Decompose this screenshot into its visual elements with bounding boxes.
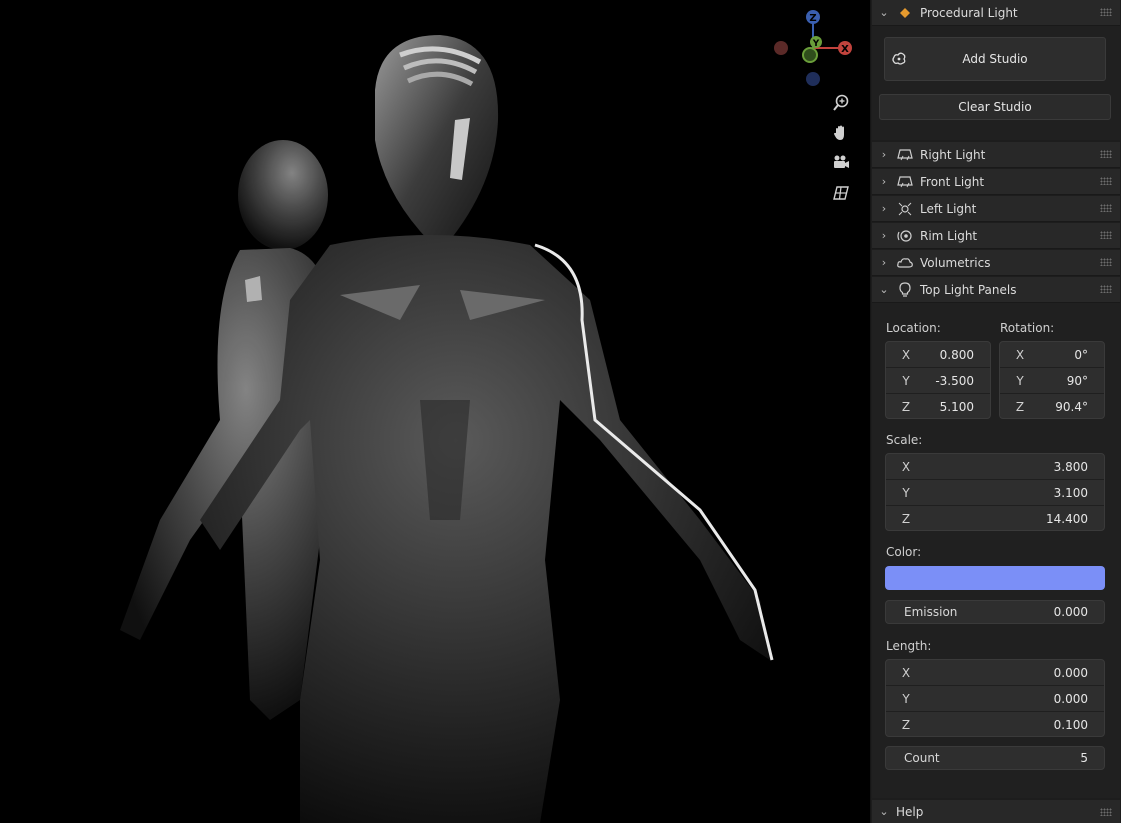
chevron-right-icon: ›	[881, 229, 887, 242]
gizmo-y-label: Y	[812, 39, 820, 49]
length-z-field[interactable]: Z 0.100	[886, 712, 1104, 736]
location-x-field[interactable]: X 0.800	[886, 342, 990, 368]
chevron-right-icon: ›	[881, 256, 887, 269]
emission-value: 0.000	[1053, 605, 1088, 619]
chevron-right-icon: ›	[881, 175, 887, 188]
sidebar-panel: ⌄ Procedural Light Add Studio Clear Stud…	[870, 0, 1121, 823]
gizmo-neg-x	[774, 41, 788, 55]
volumetrics-label: Volumetrics	[920, 255, 991, 270]
rotation-y-field[interactable]: Y 90°	[1000, 368, 1104, 394]
drag-grip-icon[interactable]	[1100, 204, 1112, 212]
rotation-label: Rotation:	[1000, 321, 1055, 335]
area-light-icon	[896, 147, 914, 163]
front-light-header[interactable]: › Front Light	[872, 169, 1120, 195]
chevron-down-icon: ⌄	[879, 283, 889, 296]
camera-view-icon[interactable]	[829, 151, 853, 175]
chevron-right-icon: ›	[881, 148, 887, 161]
drag-grip-icon[interactable]	[1100, 177, 1112, 185]
location-label: Location:	[886, 321, 941, 335]
add-studio-button[interactable]: Add Studio	[884, 37, 1106, 81]
drag-grip-icon[interactable]	[1100, 808, 1112, 816]
emission-field[interactable]: Emission 0.000	[885, 600, 1105, 624]
gizmo-neg-y	[802, 47, 818, 63]
right-light-header[interactable]: › Right Light	[872, 142, 1120, 168]
orthographic-grid-icon[interactable]	[829, 181, 853, 205]
top-light-panels-label: Top Light Panels	[920, 282, 1017, 297]
emission-label: Emission	[904, 605, 958, 619]
rim-light-label: Rim Light	[920, 228, 978, 243]
chevron-down-icon: ⌄	[879, 805, 889, 818]
count-label: Count	[904, 751, 940, 765]
rotation-x-field[interactable]: X 0°	[1000, 342, 1104, 368]
count-value: 5	[1080, 751, 1088, 765]
gizmo-z-label: Z	[809, 13, 816, 24]
zoom-icon[interactable]	[829, 91, 853, 115]
pan-hand-icon[interactable]	[829, 121, 853, 145]
scale-fields: X 3.800 Y 3.100 Z 14.400	[885, 453, 1105, 531]
studio-icon	[891, 51, 907, 70]
scale-y-field[interactable]: Y 3.100	[886, 480, 1104, 506]
area-light-icon	[896, 174, 914, 190]
render-scene	[120, 35, 774, 823]
rim-light-header[interactable]: › Rim Light	[872, 223, 1120, 249]
drag-grip-icon[interactable]	[1100, 285, 1112, 293]
rotation-z-field[interactable]: Z 90.4°	[1000, 394, 1104, 418]
navigation-gizmo[interactable]: Z X Y	[770, 8, 860, 88]
cloud-icon	[896, 255, 914, 271]
drag-grip-icon[interactable]	[1100, 8, 1112, 16]
location-fields: X 0.800 Y -3.500 Z 5.100	[885, 341, 991, 419]
spot-light-icon	[896, 201, 914, 217]
rotation-fields: X 0° Y 90° Z 90.4°	[999, 341, 1105, 419]
add-studio-label: Add Studio	[962, 52, 1028, 66]
scale-z-field[interactable]: Z 14.400	[886, 506, 1104, 530]
front-light-label: Front Light	[920, 174, 985, 189]
drag-grip-icon[interactable]	[1100, 150, 1112, 158]
left-light-header[interactable]: › Left Light	[872, 196, 1120, 222]
drag-grip-icon[interactable]	[1100, 231, 1112, 239]
light-bulb-icon	[896, 281, 914, 298]
length-x-field[interactable]: X 0.000	[886, 660, 1104, 686]
3d-viewport[interactable]: Z X Y	[0, 0, 870, 823]
color-swatch[interactable]	[885, 566, 1105, 590]
scale-x-field[interactable]: X 3.800	[886, 454, 1104, 480]
volumetrics-header[interactable]: › Volumetrics	[872, 250, 1120, 276]
color-label: Color:	[886, 545, 922, 559]
drag-grip-icon[interactable]	[1100, 258, 1112, 266]
help-label: Help	[896, 804, 924, 819]
length-y-field[interactable]: Y 0.000	[886, 686, 1104, 712]
gizmo-neg-z	[806, 72, 820, 86]
procedural-light-label: Procedural Light	[920, 5, 1018, 20]
length-fields: X 0.000 Y 0.000 Z 0.100	[885, 659, 1105, 737]
procedural-light-header[interactable]: ⌄ Procedural Light	[872, 0, 1120, 26]
chevron-right-icon: ›	[881, 202, 887, 215]
scale-label: Scale:	[886, 433, 923, 447]
help-header[interactable]: ⌄ Help	[872, 800, 1120, 823]
chevron-down-icon: ⌄	[879, 6, 889, 19]
clear-studio-label: Clear Studio	[958, 100, 1032, 114]
location-z-field[interactable]: Z 5.100	[886, 394, 990, 418]
diamond-icon	[896, 5, 914, 21]
location-y-field[interactable]: Y -3.500	[886, 368, 990, 394]
right-light-label: Right Light	[920, 147, 986, 162]
top-light-panels-header[interactable]: ⌄ Top Light Panels	[872, 277, 1120, 303]
clear-studio-button[interactable]: Clear Studio	[879, 94, 1111, 120]
rim-light-icon	[896, 228, 914, 244]
length-label: Length:	[886, 639, 932, 653]
left-light-label: Left Light	[920, 201, 977, 216]
count-field[interactable]: Count 5	[885, 746, 1105, 770]
gizmo-x-label: X	[841, 44, 849, 55]
